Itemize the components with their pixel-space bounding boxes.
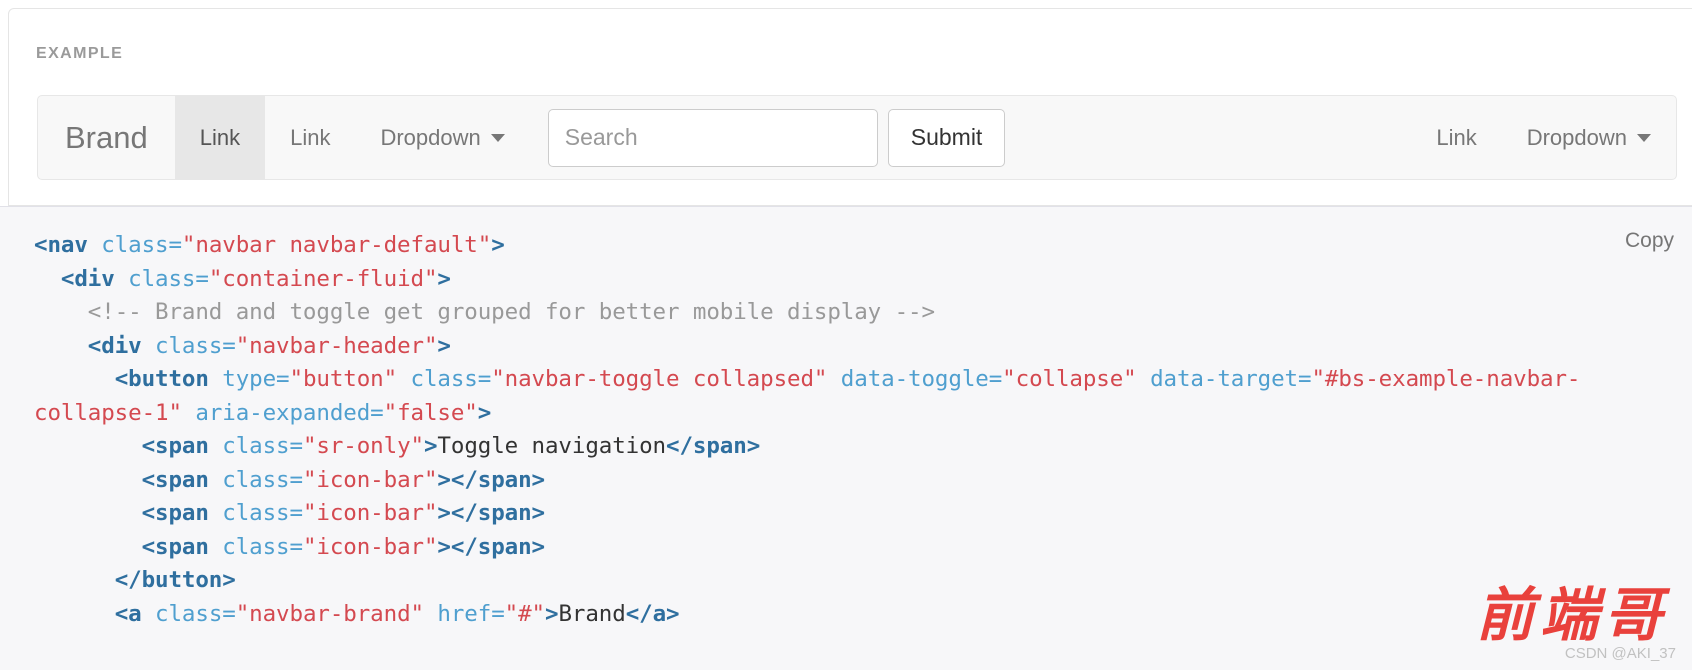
code-source[interactable]: <nav class="navbar navbar-default"> <div… xyxy=(34,229,1692,631)
nav-dropdown-right[interactable]: Dropdown xyxy=(1502,96,1676,179)
example-card: EXAMPLE Brand Link Link Dropdown Submit xyxy=(8,8,1692,206)
nav-link-2[interactable]: Link xyxy=(265,96,355,179)
search-input[interactable] xyxy=(547,108,878,167)
chevron-down-icon xyxy=(490,133,505,142)
navbar-right-group: Link Dropdown xyxy=(1411,96,1676,179)
navbar-search-form: Submit xyxy=(547,96,1006,179)
navbar-left-group: Brand Link Link Dropdown Submit xyxy=(38,96,1006,179)
nav-link-right[interactable]: Link xyxy=(1411,96,1501,179)
page-root: EXAMPLE Brand Link Link Dropdown Submit xyxy=(0,0,1692,670)
nav-link-right-label: Link xyxy=(1436,124,1477,150)
navbar-preview: Brand Link Link Dropdown Submit xyxy=(37,95,1677,180)
nav-link-1-label: Link xyxy=(199,124,241,150)
nav-link-1[interactable]: Link xyxy=(174,96,266,179)
nav-link-2-label: Link xyxy=(290,124,331,150)
navbar-brand[interactable]: Brand xyxy=(38,96,175,179)
nav-dropdown-left[interactable]: Dropdown xyxy=(355,96,529,179)
chevron-down-icon xyxy=(1637,133,1651,142)
example-label: EXAMPLE xyxy=(36,45,124,62)
code-panel: Copy <nav class="navbar navbar-default">… xyxy=(0,206,1692,670)
submit-button[interactable]: Submit xyxy=(887,108,1006,167)
nav-dropdown-left-label: Dropdown xyxy=(380,124,481,150)
nav-dropdown-right-label: Dropdown xyxy=(1526,124,1627,150)
